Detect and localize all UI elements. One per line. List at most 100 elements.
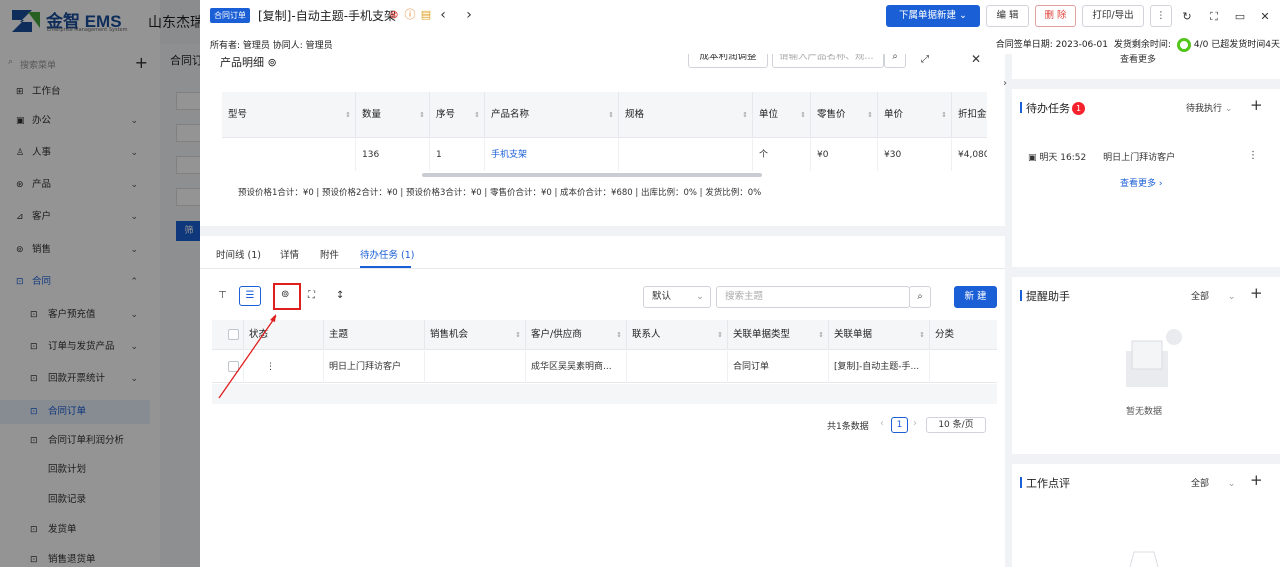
cell-model [222, 139, 356, 171]
window-icon[interactable]: ▭ [1233, 10, 1247, 24]
more-options-icon[interactable]: ⋮ [1248, 150, 1258, 161]
prev-page-icon[interactable]: ‹ [880, 418, 884, 429]
cell-customer[interactable]: 成华区吴吴素明商... [526, 351, 627, 383]
cell-retail: ¥0 [811, 139, 878, 171]
col-index[interactable]: 序号 ⇕ [430, 92, 485, 138]
see-more-link[interactable]: 查看更多 › [1120, 176, 1162, 189]
todo-filter[interactable]: 待我执行 ⌄ [1186, 101, 1232, 114]
new-task-button[interactable]: 新 建 [954, 286, 997, 308]
todo-title: 待办任务 1 [1020, 100, 1085, 116]
empty-inbox-icon [1129, 551, 1159, 567]
horizontal-scrollbar[interactable] [422, 173, 762, 177]
sort-icon[interactable]: ⇕ [941, 92, 947, 138]
sort-icon[interactable]: ⇕ [867, 92, 873, 138]
remain-label: 发货剩余时间: [1113, 40, 1171, 50]
tab-attachments[interactable]: 附件 [320, 247, 339, 261]
page-number[interactable]: 1 [891, 417, 908, 433]
review-filter[interactable]: 全部 ⌄ [1191, 476, 1235, 489]
cell-qty: 136 [356, 139, 430, 171]
table-row[interactable]: ⋮ 明日上门拜访客户 成华区吴吴素明商... 合同订单 [复制]-自动主题-手.… [212, 351, 997, 383]
note-icon[interactable]: ▤ [419, 8, 433, 22]
sort-icon[interactable]: ⇕ [919, 320, 925, 350]
col-unit[interactable]: 单位 ⇕ [753, 92, 811, 138]
add-todo-icon[interactable]: + [1250, 96, 1263, 114]
col-opportunity[interactable]: 销售机会 ⇕ [425, 320, 526, 350]
col-qty[interactable]: 数量 ⇕ [356, 92, 430, 138]
sort-icon[interactable]: ⇕ [800, 92, 806, 138]
table-row[interactable]: 136 1 手机支架 个 ¥0 ¥30 ¥4,080 [222, 139, 987, 171]
warning-icon[interactable]: ⓘ [403, 8, 417, 22]
review-card: 工作点评 全部 ⌄ + [1012, 464, 1280, 567]
refresh-icon[interactable]: ↻ [1180, 10, 1194, 24]
empty-text: 暂无数据 [1126, 407, 1163, 417]
fullscreen-icon[interactable]: ⛶ [1207, 10, 1221, 24]
col-linked-type[interactable]: 关联单据类型 ⇕ [728, 320, 829, 350]
prev-arrow-icon[interactable]: ‹ [436, 8, 450, 22]
top-right-card: 查看更多 [1012, 54, 1280, 79]
sign-date: 2023-06-01 [1055, 40, 1108, 50]
search-icon[interactable]: ⌕ [884, 54, 906, 68]
sort-icon[interactable]: ⇕ [345, 92, 351, 138]
fullscreen-icon[interactable]: ⛶ [308, 290, 315, 301]
cell-linked-doc[interactable]: [复制]-自动主题-手... [829, 351, 930, 383]
col-discount[interactable]: 折扣金 [952, 92, 987, 138]
sort-icon[interactable]: ⇕ [742, 92, 748, 138]
task-search-input[interactable]: 搜索主题 [716, 286, 910, 308]
more-options-icon[interactable]: ⋮ [1150, 5, 1172, 27]
delete-button[interactable]: 删 除 [1035, 5, 1076, 27]
page-size-select[interactable]: 10 条/页 [926, 417, 986, 433]
sort-icon[interactable]: ⇕ [515, 320, 521, 350]
sort-icon[interactable]: ⇕ [474, 92, 480, 138]
print-export-button[interactable]: 打印/导出 [1082, 5, 1144, 27]
see-more-top-link[interactable]: 查看更多 [1120, 52, 1156, 65]
sort-icon[interactable]: ⇕ [616, 320, 622, 350]
close-icon[interactable]: ✕ [971, 54, 981, 66]
next-page-icon[interactable]: › [913, 418, 917, 429]
cell-product-name[interactable]: 手机支架 [485, 139, 619, 171]
sort-select[interactable]: 默认 ⌄ [643, 286, 711, 308]
col-retail[interactable]: 零售价 ⇕ [811, 92, 878, 138]
reminder-filter[interactable]: 全部 ⌄ [1191, 289, 1235, 302]
close-circle-icon[interactable]: ⊗ [387, 8, 401, 22]
cell-unit: 个 [753, 139, 811, 171]
col-contact[interactable]: 联系人 ⇕ [627, 320, 728, 350]
col-spec[interactable]: 规格 ⇕ [619, 92, 753, 138]
col-product-name[interactable]: 产品名称 ⇕ [485, 92, 619, 138]
add-reminder-icon[interactable]: + [1250, 284, 1263, 302]
col-subject[interactable]: 主题 [324, 320, 425, 350]
tab-todo-tasks[interactable]: 待办任务 (1) [360, 247, 414, 261]
add-review-icon[interactable]: + [1250, 471, 1263, 489]
column-settings-icon[interactable]: ⊚ [281, 289, 289, 300]
cell-subject[interactable]: 明日上门拜访客户 [324, 351, 425, 383]
edit-button[interactable]: 编 辑 [986, 5, 1029, 27]
sign-info: 合同签单日期: 2023-06-01 发货剩余时间: 4/0 已超发货时间4天 [996, 37, 1280, 52]
product-search-input[interactable]: 请输入产品名称、规... [772, 54, 884, 68]
cost-adjust-button[interactable]: 成本利润调整 [688, 54, 768, 68]
settings-icon[interactable]: ⊚ [268, 56, 277, 69]
col-price[interactable]: 单价 ⇕ [878, 92, 952, 138]
col-customer[interactable]: 客户/供应商 ⇕ [526, 320, 627, 350]
new-sub-document-button[interactable]: 下属单据新建 ⌄ [886, 5, 980, 27]
expand-icon[interactable]: ⤢ [921, 54, 929, 65]
sort-icon[interactable]: ⇕ [419, 92, 425, 138]
search-icon[interactable]: ⌕ [909, 286, 931, 308]
col-linked-doc[interactable]: 关联单据 ⇕ [829, 320, 930, 350]
tab-details[interactable]: 详情 [280, 247, 299, 261]
tab-timeline[interactable]: 时间线 (1) [216, 247, 261, 261]
close-icon[interactable]: ✕ [1258, 10, 1272, 24]
next-arrow-icon[interactable]: › [462, 8, 476, 22]
sort-icon[interactable]: ⇕ [818, 320, 824, 350]
sort-icon[interactable]: ⇕ [717, 320, 723, 350]
cell-opportunity [425, 351, 526, 383]
board-view-icon[interactable]: ⊤ [218, 290, 227, 301]
reminder-card: 提醒助手 全部 ⌄ + 暂无数据 [1012, 277, 1280, 454]
col-model[interactable]: 型号 ⇕ [222, 92, 356, 138]
row-height-icon[interactable]: ↕ [336, 290, 344, 301]
list-view-icon[interactable]: ☰ [239, 286, 261, 306]
todo-badge: 1 [1072, 102, 1085, 115]
detail-drawer: 合同订单 [复制]-自动主题-手机支架 ⊗ ⓘ ▤ ‹ › 下属单据新建 ⌄ 编… [200, 0, 1280, 567]
todo-item[interactable]: ▣ 明天 16:52 明日上门拜访客户 [1028, 150, 1175, 163]
col-category[interactable]: 分类 [930, 320, 997, 350]
sort-icon[interactable]: ⇕ [608, 92, 614, 138]
collapse-right-icon[interactable]: › [1003, 78, 1007, 89]
